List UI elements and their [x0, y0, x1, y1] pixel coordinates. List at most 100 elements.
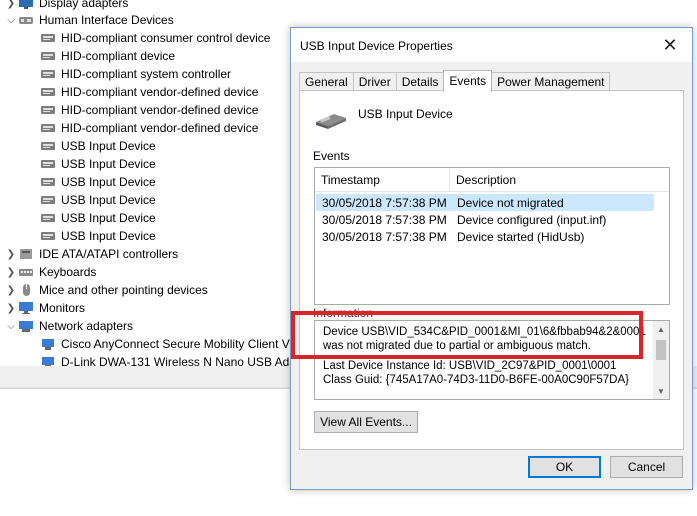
event-timestamp: 30/05/2018 7:57:38 PM	[322, 195, 447, 210]
tree-item-label: Network adapters	[39, 319, 134, 333]
information-textbox[interactable]: Device USB\VID_534C&PID_0001&MI_01\6&fbb…	[314, 320, 670, 400]
expand-chevron-icon[interactable]: ❯	[4, 247, 18, 261]
table-row[interactable]: 30/05/2018 7:57:38 PM Device started (Hi…	[316, 228, 654, 245]
collapse-chevron-icon[interactable]: ⌵	[4, 13, 18, 27]
information-line: Class Guid: {745A17A0-74D3-11D0-B6FE-00A…	[323, 374, 629, 386]
tree-item-ide-controllers[interactable]: ❯ IDE ATA/ATAPI controllers	[4, 245, 178, 263]
monitor-icon	[18, 301, 34, 315]
tree-item-monitors[interactable]: ❯ Monitors	[4, 299, 85, 317]
tree-item-human-interface-devices[interactable]: ⌵ Human Interface Devices	[4, 11, 174, 29]
keyboard-icon	[18, 265, 34, 279]
events-table-header: Timestamp Description	[315, 168, 669, 192]
column-header-timestamp[interactable]: Timestamp	[315, 168, 450, 192]
device-name: USB Input Device	[358, 107, 453, 121]
scroll-up-icon[interactable]: ▲	[653, 321, 669, 337]
hid-device-icon	[40, 49, 56, 63]
tree-item-label: USB Input Device	[61, 175, 156, 189]
dialog-titlebar[interactable]: USB Input Device Properties ✕	[291, 28, 692, 62]
tree-item-usb-input-device[interactable]: USB Input Device	[40, 137, 156, 155]
information-scrollbar[interactable]: ▲ ▼	[653, 321, 669, 399]
expand-chevron-icon[interactable]: ❯	[4, 265, 18, 279]
tree-item-label: USB Input Device	[61, 157, 156, 171]
hid-device-icon	[40, 193, 56, 207]
hid-device-icon	[40, 67, 56, 81]
tree-item-label: HID-compliant vendor-defined device	[61, 85, 259, 99]
tree-item-label: HID-compliant consumer control device	[61, 31, 271, 45]
close-icon: ✕	[662, 34, 678, 55]
tab-strip: General Driver Details Events Power Mana…	[299, 70, 611, 92]
tree-item-network-adapters[interactable]: ⌵ Network adapters	[4, 317, 133, 335]
scroll-thumb[interactable]	[656, 340, 666, 360]
column-header-description[interactable]: Description	[450, 168, 516, 192]
tree-item-label: HID-compliant system controller	[61, 67, 232, 81]
collapse-chevron-icon[interactable]: ⌵	[4, 319, 18, 333]
event-timestamp: 30/05/2018 7:57:38 PM	[322, 212, 447, 227]
hid-device-icon	[40, 121, 56, 135]
tree-item-usb-input-device[interactable]: USB Input Device	[40, 209, 156, 227]
information-text: Device USB\VID_534C&PID_0001&MI_01\6&fbb…	[323, 325, 653, 387]
tree-item-label: Keyboards	[39, 265, 97, 279]
tree-item-hid-device[interactable]: HID-compliant system controller	[40, 65, 231, 83]
hid-device-icon	[40, 157, 56, 171]
tree-item-hid-device[interactable]: HID-compliant vendor-defined device	[40, 83, 258, 101]
tree-item-label: USB Input Device	[61, 229, 156, 243]
tab-driver[interactable]: Driver	[352, 72, 397, 92]
expand-chevron-icon[interactable]: ❯	[4, 301, 18, 315]
tree-item-usb-input-device[interactable]: USB Input Device	[40, 227, 156, 245]
information-label: Information	[313, 306, 374, 320]
tree-item-label: Monitors	[39, 301, 86, 315]
tab-power-management[interactable]: Power Management	[491, 72, 611, 92]
tree-item-label: USB Input Device	[61, 139, 156, 153]
tree-item-label: Human Interface Devices	[39, 13, 174, 27]
tree-item-usb-input-device[interactable]: USB Input Device	[40, 191, 156, 209]
tree-item-mice[interactable]: ❯ Mice and other pointing devices	[4, 281, 208, 299]
tree-item-hid-device[interactable]: HID-compliant consumer control device	[40, 29, 270, 47]
tree-item-network-device[interactable]: Cisco AnyConnect Secure Mobility Client …	[40, 335, 292, 353]
mouse-icon	[18, 283, 34, 297]
scroll-down-icon[interactable]: ▼	[653, 383, 669, 399]
tree-item-hid-device[interactable]: HID-compliant vendor-defined device	[40, 101, 258, 119]
tree-item-usb-input-device[interactable]: USB Input Device	[40, 173, 156, 191]
event-description: Device configured (input.inf)	[457, 212, 607, 227]
tree-item-label: Display adapters	[39, 0, 129, 10]
tree-item-label: HID-compliant vendor-defined device	[61, 103, 259, 117]
tree-item-label: USB Input Device	[61, 211, 156, 225]
dialog-title: USB Input Device Properties	[300, 39, 453, 53]
tree-item-label: HID-compliant device	[61, 49, 176, 63]
usb-device-icon	[314, 108, 348, 134]
network-adapter-icon	[18, 319, 34, 333]
tree-item-keyboards[interactable]: ❯ Keyboards	[4, 263, 97, 281]
cancel-button[interactable]: Cancel	[610, 456, 683, 478]
properties-dialog: USB Input Device Properties ✕ General Dr…	[290, 27, 693, 490]
events-tab-panel: USB Input Device Events Timestamp Descri…	[291, 90, 684, 450]
ok-button[interactable]: OK	[528, 456, 601, 478]
tree-item-label: USB Input Device	[61, 193, 156, 207]
expand-chevron-icon[interactable]: ❯	[4, 0, 18, 10]
event-description: Device started (HidUsb)	[457, 229, 585, 244]
tree-item-hid-device[interactable]: HID-compliant vendor-defined device	[40, 119, 258, 137]
table-row[interactable]: 30/05/2018 7:57:38 PM Device not migrate…	[316, 194, 654, 211]
tree-item-label: IDE ATA/ATAPI controllers	[39, 247, 179, 261]
event-timestamp: 30/05/2018 7:57:38 PM	[322, 229, 447, 244]
hid-device-icon	[40, 139, 56, 153]
tree-item-hid-device[interactable]: HID-compliant device	[40, 47, 175, 65]
hid-category-icon	[18, 13, 34, 27]
hid-device-icon	[40, 229, 56, 243]
hid-device-icon	[40, 31, 56, 45]
tree-item-label: HID-compliant vendor-defined device	[61, 121, 259, 135]
events-label: Events	[313, 149, 350, 163]
information-line: Last Device Instance Id: USB\VID_2C97&PI…	[323, 360, 617, 372]
information-line: Device USB\VID_534C&PID_0001&MI_01\6&fbb…	[323, 326, 646, 352]
close-button[interactable]: ✕	[648, 28, 692, 62]
table-row[interactable]: 30/05/2018 7:57:38 PM Device configured …	[316, 211, 654, 228]
tree-item-usb-input-device[interactable]: USB Input Device	[40, 155, 156, 173]
hid-device-icon	[40, 103, 56, 117]
tab-general[interactable]: General	[299, 72, 354, 92]
view-all-events-button[interactable]: View All Events...	[314, 411, 418, 433]
tab-events[interactable]: Events	[443, 70, 493, 92]
events-table[interactable]: Timestamp Description 30/05/2018 7:57:38…	[314, 167, 670, 305]
expand-chevron-icon[interactable]: ❯	[4, 283, 18, 297]
tab-details[interactable]: Details	[395, 72, 445, 92]
hid-device-icon	[40, 85, 56, 99]
hid-device-icon	[40, 211, 56, 225]
